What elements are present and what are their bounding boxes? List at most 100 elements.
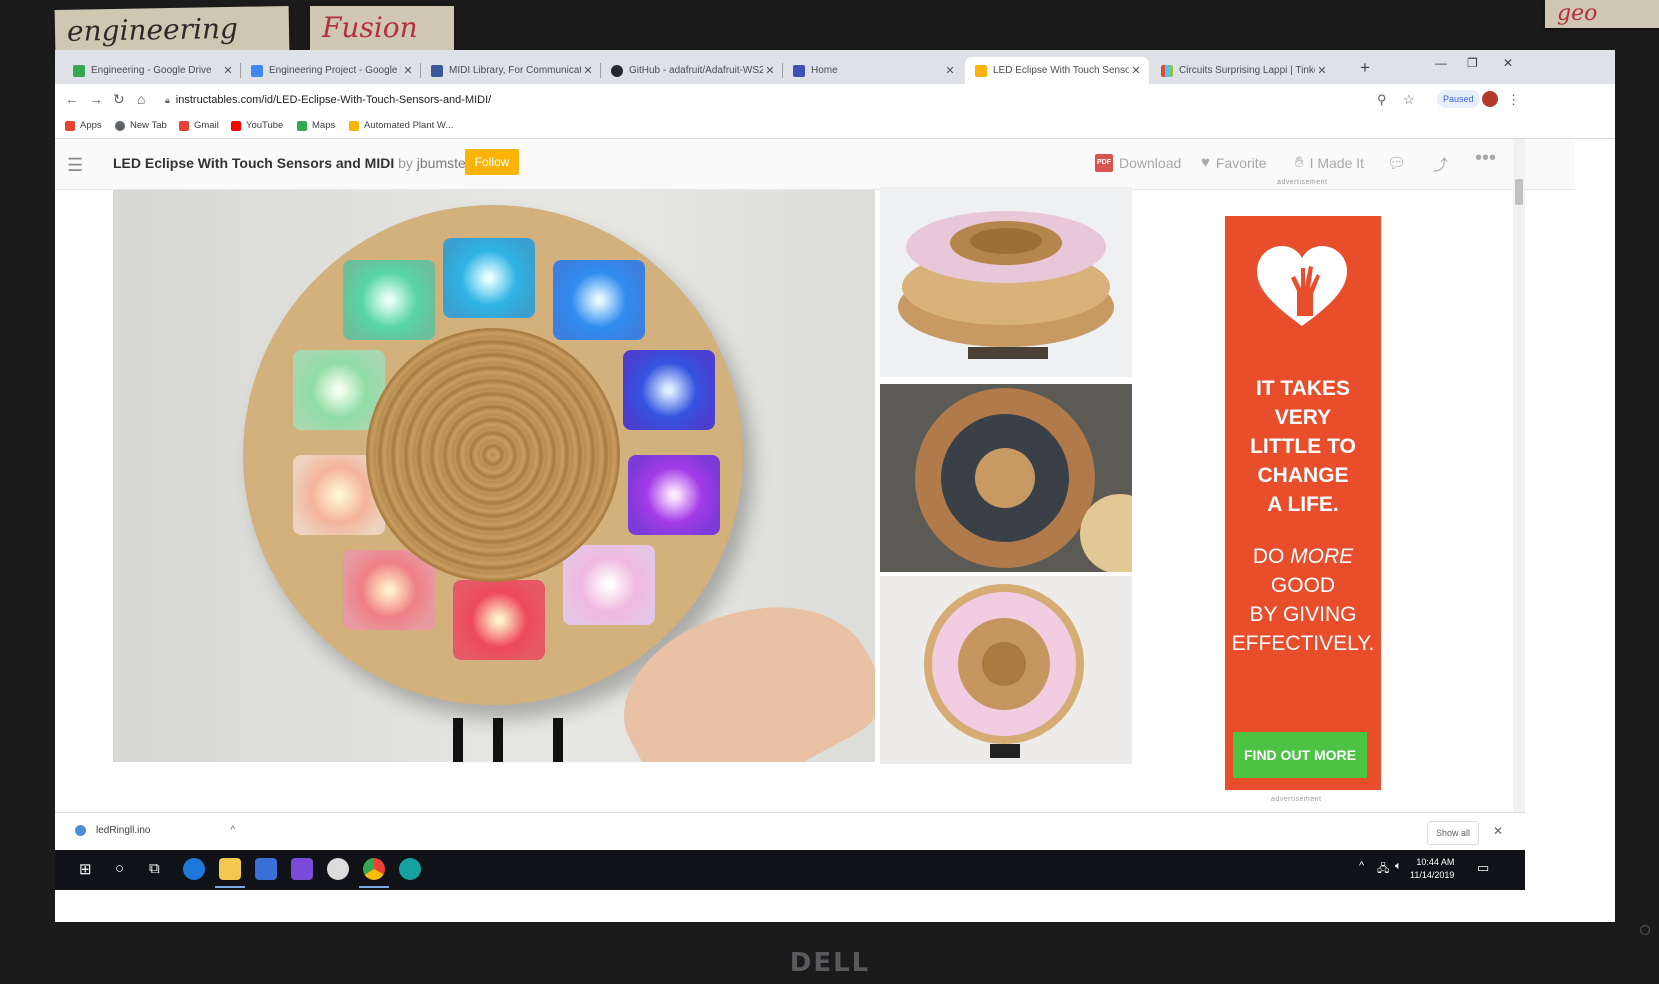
plant-icon bbox=[349, 120, 359, 131]
by-label: by bbox=[398, 155, 413, 171]
thumbnail-photo-2[interactable] bbox=[880, 384, 1132, 572]
tab-led-eclipse[interactable]: LED Eclipse With Touch Sensors ✕ bbox=[965, 57, 1149, 84]
profile-status-badge[interactable]: Paused bbox=[1437, 90, 1480, 108]
network-icon[interactable]: 🖧︎ bbox=[1377, 860, 1389, 879]
midi-icon bbox=[431, 64, 443, 77]
window-close-button[interactable]: ✕ bbox=[1503, 56, 1513, 70]
menu-kebab-icon[interactable]: ⋮ bbox=[1507, 92, 1520, 108]
chrome-icon[interactable] bbox=[363, 858, 385, 880]
address-bar[interactable]: 🔒︎ instructables.com/id/LED-Eclipse-With-… bbox=[165, 88, 1405, 112]
windows-start-icon[interactable]: ⊞ bbox=[79, 860, 92, 878]
minimize-button[interactable]: — bbox=[1435, 56, 1447, 70]
led-segment bbox=[453, 580, 545, 660]
project-title: LED Eclipse With Touch Sensors and MIDI bbox=[113, 155, 395, 171]
hamburger-menu-icon[interactable]: ☰ bbox=[67, 155, 83, 176]
drive-icon bbox=[73, 64, 85, 77]
app-circle-icon[interactable] bbox=[327, 858, 349, 880]
ad-label-top: advertisement bbox=[1277, 179, 1328, 186]
close-icon[interactable]: ✕ bbox=[401, 64, 415, 77]
avatar[interactable] bbox=[1482, 91, 1498, 107]
download-item[interactable]: ledRingll.ino ^ bbox=[75, 825, 235, 836]
bookmark-label: Gmail bbox=[194, 120, 219, 131]
close-icon[interactable]: ✕ bbox=[1493, 824, 1503, 838]
arduino-icon[interactable] bbox=[399, 858, 421, 880]
app-purple-icon[interactable] bbox=[291, 858, 313, 880]
reload-icon[interactable]: ↻ bbox=[113, 91, 125, 108]
ad-label-bottom: advertisement bbox=[1271, 796, 1322, 803]
ad-sub-line: GOOD bbox=[1270, 574, 1336, 597]
system-clock[interactable]: 10:44 AM 11/14/2019 bbox=[1410, 856, 1454, 882]
file-icon bbox=[75, 825, 86, 836]
monitor-logo: DELL bbox=[789, 948, 871, 978]
comment-icon: 💬︎ bbox=[1387, 155, 1407, 172]
monitor-power-button[interactable] bbox=[1640, 925, 1650, 935]
close-icon[interactable]: ✕ bbox=[763, 64, 777, 77]
follow-button[interactable]: Follow bbox=[465, 149, 519, 175]
heart-icon: ♥ bbox=[1201, 154, 1210, 171]
restore-button[interactable]: ❐ bbox=[1467, 56, 1478, 70]
led-segment bbox=[443, 238, 535, 318]
comments-button[interactable]: 💬︎ bbox=[1387, 154, 1412, 172]
thumbnail-photo-3[interactable] bbox=[880, 576, 1132, 764]
system-tray-chevron-icon[interactable]: ^ bbox=[1359, 860, 1364, 872]
ad-subtext: DO MORE GOOD BY GIVING EFFECTIVELY. bbox=[1225, 542, 1381, 658]
favorite-button[interactable]: ♥ Favorite bbox=[1201, 154, 1266, 171]
bookmark-maps[interactable]: Maps bbox=[297, 120, 335, 131]
task-view-icon[interactable]: ⧉ bbox=[149, 860, 160, 877]
bookmark-apps[interactable]: Apps bbox=[65, 120, 102, 131]
favorite-label: Favorite bbox=[1215, 154, 1267, 171]
store-icon[interactable] bbox=[255, 858, 277, 880]
browser-tab-strip: Engineering - Google Drive ✕ Engineering… bbox=[55, 50, 1615, 84]
notifications-icon[interactable]: ▭ bbox=[1477, 860, 1489, 876]
tab-tinkercad[interactable]: Circuits Surprising Lappi | Tinker ✕ bbox=[1151, 57, 1335, 84]
thumbnail-photo-1[interactable] bbox=[880, 187, 1132, 377]
show-all-button[interactable]: Show all bbox=[1427, 821, 1480, 845]
tab-google-drive[interactable]: Engineering - Google Drive ✕ bbox=[63, 57, 241, 84]
download-button[interactable]: PDF Download bbox=[1095, 154, 1181, 172]
windows-taskbar: ⊞ ○ ⧉ ^ 🖧︎ 🔈︎ 10:44 AM 11/14/2019 ▭ bbox=[55, 850, 1525, 890]
ad-sub-prefix: DO bbox=[1252, 545, 1285, 568]
bookmark-gmail[interactable]: Gmail bbox=[179, 120, 219, 131]
close-icon[interactable]: ✕ bbox=[1129, 64, 1143, 77]
bookmark-automated-plant[interactable]: Automated Plant W... bbox=[349, 120, 453, 131]
home-icon[interactable]: ⌂ bbox=[137, 91, 145, 107]
tab-home[interactable]: Home ✕ bbox=[783, 57, 963, 84]
chevron-up-icon[interactable]: ^ bbox=[230, 825, 235, 836]
page-scrollbar[interactable] bbox=[1513, 139, 1525, 819]
ad-headline-line: A LIFE. bbox=[1267, 493, 1339, 516]
led-segment bbox=[343, 550, 435, 630]
volume-icon[interactable]: 🔈︎ bbox=[1395, 860, 1402, 873]
edge-icon[interactable] bbox=[183, 858, 205, 880]
close-icon[interactable]: ✕ bbox=[221, 64, 235, 77]
find-out-more-button[interactable]: FIND OUT MORE bbox=[1233, 732, 1367, 778]
close-icon[interactable]: ✕ bbox=[943, 64, 957, 77]
lock-icon: 🔒︎ bbox=[165, 95, 170, 105]
tab-midi-library[interactable]: MIDI Library, For Communicatio ✕ bbox=[421, 57, 601, 84]
ad-headline-line: VERY bbox=[1274, 406, 1332, 429]
made-it-label: I Made It bbox=[1309, 154, 1365, 171]
advertisement-banner[interactable]: IT TAKES VERY LITTLE TO CHANGE A LIFE. D… bbox=[1225, 216, 1381, 790]
tab-title: Circuits Surprising Lappi | Tinker bbox=[1179, 65, 1315, 76]
main-project-photo[interactable] bbox=[113, 190, 875, 762]
tab-google-doc[interactable]: Engineering Project - Google Do ✕ bbox=[241, 57, 421, 84]
ad-headline-line: CHANGE bbox=[1257, 464, 1349, 487]
bookmark-new-tab[interactable]: New Tab bbox=[115, 120, 167, 131]
close-icon[interactable]: ✕ bbox=[581, 64, 595, 77]
tape-label-geo: geo bbox=[1545, 0, 1659, 28]
close-icon[interactable]: ✕ bbox=[1315, 64, 1329, 77]
scrollbar-thumb[interactable] bbox=[1515, 179, 1523, 205]
bookmark-youtube[interactable]: YouTube bbox=[231, 120, 283, 131]
i-made-it-button[interactable]: ✋︎ I Made It bbox=[1295, 154, 1364, 171]
share-button[interactable]: ⤴ bbox=[1433, 154, 1454, 175]
more-options-button[interactable]: ••• bbox=[1475, 147, 1496, 170]
search-icon[interactable]: ○ bbox=[115, 860, 124, 877]
new-tab-button[interactable]: + bbox=[1360, 58, 1370, 78]
forward-arrow-icon[interactable]: → bbox=[89, 91, 103, 107]
bookmarks-bar: Apps New Tab Gmail YouTube Maps Automate… bbox=[55, 116, 1615, 139]
tab-github[interactable]: GitHub - adafruit/Adafruit-WS28 ✕ bbox=[601, 57, 783, 84]
tab-title: Engineering - Google Drive bbox=[91, 65, 212, 76]
file-explorer-icon[interactable] bbox=[219, 858, 241, 880]
back-arrow-icon[interactable]: ← bbox=[65, 91, 79, 107]
zoom-icon[interactable]: ⚲ bbox=[1377, 92, 1387, 108]
bookmark-star-icon[interactable]: ☆ bbox=[1403, 92, 1415, 108]
